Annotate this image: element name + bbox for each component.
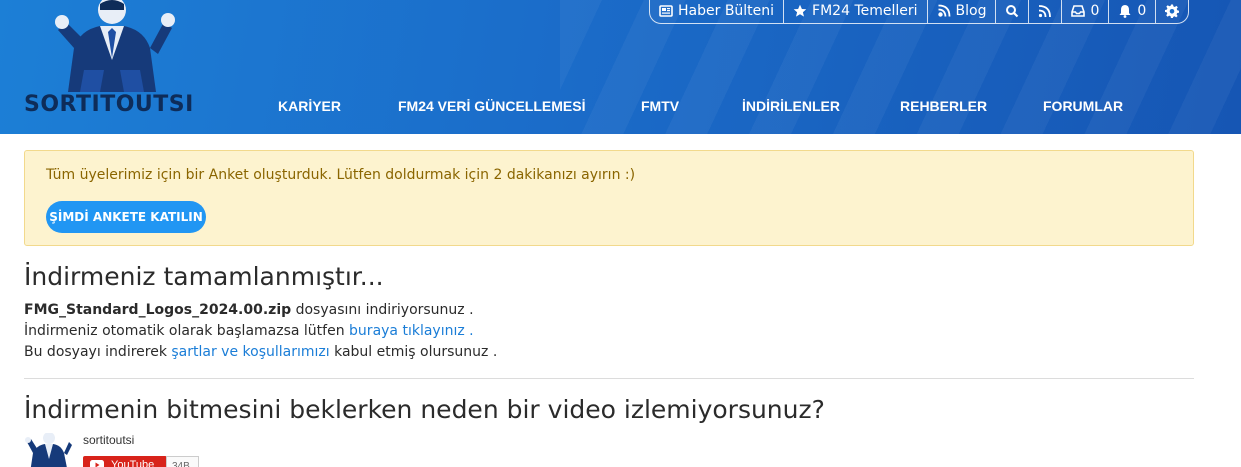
gear-icon [1165, 4, 1180, 18]
alerts-count: 0 [1137, 3, 1147, 19]
rss-icon [1039, 5, 1052, 18]
newsletter-button[interactable]: Haber Bülteni [650, 0, 785, 23]
channel-name[interactable]: sortitoutsi [83, 433, 134, 447]
fm24-basics-button[interactable]: FM24 Temelleri [784, 0, 928, 23]
manual-download-link[interactable]: buraya tıklayınız . [349, 323, 474, 339]
channel-avatar[interactable] [24, 433, 72, 467]
download-line-manual: İndirmeniz otomatik olarak başlamazsa lü… [24, 321, 474, 341]
nav-item-guides[interactable]: REHBERLER [900, 96, 987, 116]
blog-label: Blog [955, 3, 987, 19]
newsletter-icon [659, 5, 673, 17]
download-line-file: FMG_Standard_Logos_2024.00.zip dosyasını… [24, 300, 474, 320]
inbox-icon [1071, 5, 1086, 17]
nav-item-data-update[interactable]: FM24 VERİ GÜNCELLEMESİ [398, 96, 585, 116]
manual-line-prefix: İndirmeniz otomatik olarak başlamazsa lü… [24, 323, 350, 339]
settings-button[interactable] [1156, 0, 1188, 23]
terms-link[interactable]: şartlar ve koşullarımızı [171, 344, 329, 360]
search-icon [1006, 5, 1019, 18]
join-survey-button[interactable]: ŞİMDİ ANKETE KATILIN [46, 201, 206, 233]
utility-bar: Haber Bülteni FM24 Temelleri Blog 0 0 [649, 0, 1190, 24]
nav-item-career[interactable]: KARİYER [278, 96, 341, 116]
terms-line-prefix: Bu dosyayı indirerek [24, 344, 172, 360]
fm24-basics-label: FM24 Temelleri [812, 3, 918, 19]
site-logo-text[interactable]: SORTITOUTSI [24, 91, 206, 119]
nav-item-forums[interactable]: FORUMLAR [1043, 96, 1123, 116]
video-heading: İndirmenin bitmesini beklerken neden bir… [24, 395, 825, 424]
newsletter-label: Haber Bülteni [678, 3, 775, 19]
bell-icon [1119, 5, 1131, 18]
inbox-count: 0 [1090, 3, 1100, 19]
notice-text: Tüm üyelerimiz için bir Anket oluşturduk… [46, 167, 636, 183]
blog-button[interactable]: Blog [928, 0, 997, 23]
nav-item-fmtv[interactable]: FMTV [641, 96, 679, 116]
section-divider [24, 378, 1194, 379]
blog-icon [937, 4, 950, 17]
nav-item-downloads[interactable]: İNDİRİLENLER [742, 96, 840, 116]
youtube-play-icon [90, 460, 104, 467]
download-line-terms: Bu dosyayı indirerek şartlar ve koşullar… [24, 342, 497, 362]
site-header: SORTITOUTSI Haber Bülteni FM24 Temelleri… [0, 0, 1241, 134]
star-icon [793, 4, 807, 17]
terms-line-suffix: kabul etmiş olursunuz . [329, 344, 498, 360]
file-name: FMG_Standard_Logos_2024.00.zip [24, 302, 292, 318]
alerts-button[interactable]: 0 [1109, 0, 1157, 23]
youtube-subscribe-label: YouTube [111, 459, 155, 467]
survey-notice: Tüm üyelerimiz için bir Anket oluşturduk… [24, 150, 1194, 246]
subscriber-count: 34B [166, 456, 199, 467]
mascot-logo-image[interactable] [48, 0, 176, 92]
search-button[interactable] [996, 0, 1030, 23]
file-line-suffix: dosyasını indiriyorsunuz . [291, 302, 474, 318]
inbox-button[interactable]: 0 [1062, 0, 1110, 23]
youtube-subscribe-button[interactable]: YouTube [83, 456, 167, 467]
rss-button[interactable] [1029, 0, 1063, 23]
download-complete-heading: İndirmeniz tamamlanmıştır... [24, 262, 384, 291]
